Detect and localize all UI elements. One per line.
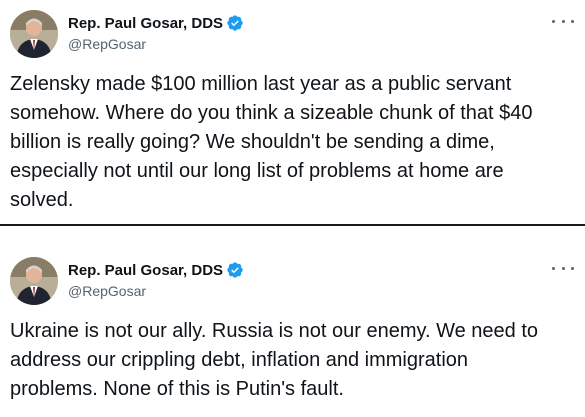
tweet[interactable]: Rep. Paul Gosar, DDS @RepGosar Zelensky … [0,0,585,227]
author-name-row: Rep. Paul Gosar, DDS [68,261,244,279]
profile-photo-icon [10,10,58,58]
avatar[interactable] [10,10,58,58]
tweet-text: Zelensky made $100 million last year as … [10,73,533,211]
profile-photo-icon [10,257,58,305]
more-options-icon[interactable] [552,261,574,275]
verified-badge-icon [227,262,243,278]
author-name-row: Rep. Paul Gosar, DDS [68,14,244,32]
author-handle[interactable]: @RepGosar [68,36,146,52]
author-display-name[interactable]: Rep. Paul Gosar, DDS [68,262,223,279]
tweet-text: Ukraine is not our ally. Russia is not o… [10,320,539,400]
author-handle[interactable]: @RepGosar [68,283,146,299]
author-display-name[interactable]: Rep. Paul Gosar, DDS [68,15,223,32]
verified-badge-icon [227,15,243,31]
more-options-icon[interactable] [552,14,574,28]
tweet[interactable]: Rep. Paul Gosar, DDS @RepGosar Ukraine i… [0,226,585,417]
avatar[interactable] [10,257,58,305]
